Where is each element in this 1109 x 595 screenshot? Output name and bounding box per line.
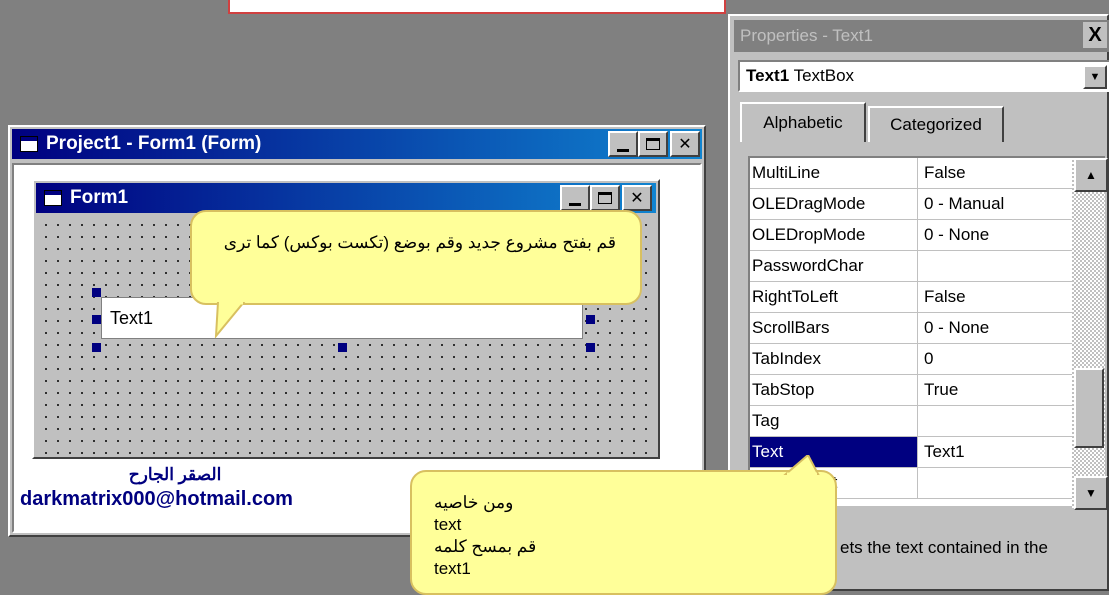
callout-text: قم بفتح مشروع جديد وقم بوضع (تكست بوكس) … (223, 233, 616, 252)
callout-new-project: قم بفتح مشروع جديد وقم بوضع (تكست بوكس) … (190, 210, 642, 305)
property-value[interactable]: 0 - Manual (920, 189, 1070, 219)
property-grid: MultiLine False OLEDragMode 0 - Manual OLE… (748, 156, 1108, 510)
minimize-icon (569, 202, 581, 206)
chevron-down-icon: ▼ (1085, 486, 1097, 500)
maximize-button[interactable] (638, 131, 668, 157)
minimize-icon (617, 148, 629, 152)
property-value[interactable] (920, 251, 1070, 281)
chevron-up-icon: ▲ (1085, 168, 1097, 182)
properties-title-bar[interactable]: Properties - Text1 (734, 20, 1109, 52)
dropdown-button[interactable]: ▼ (1083, 65, 1107, 89)
resize-handle-e[interactable] (586, 315, 595, 324)
property-name: ScrollBars (750, 313, 918, 343)
scroll-up-button[interactable]: ▲ (1074, 158, 1108, 192)
callout-line: قم بمسح كلمه (434, 537, 537, 556)
resize-handle-sw[interactable] (92, 343, 101, 352)
object-selector-value: Text1 TextBox (746, 66, 854, 86)
callout-line: ومن خاصيه (434, 493, 514, 512)
property-name: MultiLine (750, 158, 918, 188)
property-name: TabIndex (750, 344, 918, 374)
properties-close-button[interactable]: X (1083, 22, 1107, 48)
form1-minimize-button[interactable] (560, 185, 590, 211)
property-value[interactable] (920, 468, 1070, 498)
resize-handle-nw[interactable] (92, 288, 101, 297)
property-value[interactable] (920, 406, 1070, 436)
property-name: PasswordChar (750, 251, 918, 281)
property-name: OLEDragMode (750, 189, 918, 219)
form-icon (44, 190, 62, 206)
textbox-text: Text1 (110, 307, 154, 328)
property-value[interactable]: True (920, 375, 1070, 405)
minimize-button[interactable] (608, 131, 638, 157)
form-icon (20, 136, 38, 152)
close-icon: ✕ (678, 134, 692, 153)
callout-line: text (434, 515, 462, 534)
scroll-thumb[interactable] (1074, 368, 1104, 448)
close-button[interactable]: ✕ (670, 131, 700, 157)
chevron-down-icon: ▼ (1089, 71, 1101, 83)
property-description: ets the text contained in the (840, 538, 1048, 557)
property-row[interactable]: Tag (750, 406, 1072, 437)
object-name: Text1 (746, 66, 790, 85)
resize-handle-s[interactable] (338, 343, 347, 352)
property-row[interactable]: RightToLeft False (750, 282, 1072, 313)
form1-title: Form1 (70, 187, 129, 208)
property-row[interactable]: MultiLine False (750, 158, 1072, 189)
author-email: darkmatrix000@hotmail.com (20, 488, 293, 510)
property-row[interactable]: PasswordChar (750, 251, 1072, 282)
property-row[interactable]: OLEDragMode 0 - Manual (750, 189, 1072, 220)
form1-close-button[interactable]: ✕ (622, 185, 652, 211)
property-row[interactable]: OLEDropMode 0 - None (750, 220, 1072, 251)
callout-clear-text: ومن خاصيه text قم بمسح كلمه text1 (410, 470, 837, 595)
maximize-icon (598, 192, 612, 204)
object-type: TextBox (793, 66, 855, 85)
author-name: الصقر الجارح (128, 465, 222, 484)
property-name: RightToLeft (750, 282, 918, 312)
close-icon: ✕ (630, 188, 644, 207)
properties-title: Properties - Text1 (740, 26, 873, 45)
tab-label: Categorized (890, 115, 982, 134)
property-value-input[interactable]: Text1 (920, 437, 1070, 467)
property-name: Text (750, 437, 918, 467)
callout-line: text1 (434, 559, 471, 578)
tab-label: Alphabetic (763, 113, 843, 132)
callout-pointer (214, 302, 246, 338)
close-icon: X (1088, 23, 1102, 46)
callout-pointer (783, 455, 820, 475)
property-name: OLEDropMode (750, 220, 918, 250)
resize-handle-w[interactable] (92, 315, 101, 324)
tab-alphabetic[interactable]: Alphabetic (740, 102, 866, 142)
resize-handle-se[interactable] (586, 343, 595, 352)
property-value[interactable]: 0 (920, 344, 1070, 374)
property-row[interactable]: TabIndex 0 (750, 344, 1072, 375)
tab-categorized[interactable]: Categorized (868, 106, 1004, 142)
property-value[interactable]: 0 - None (920, 313, 1070, 343)
form1-maximize-button[interactable] (590, 185, 620, 211)
property-row[interactable]: ScrollBars 0 - None (750, 313, 1072, 344)
vertical-scrollbar[interactable]: ▲ ▼ (1072, 158, 1108, 510)
property-value[interactable]: 0 - None (920, 220, 1070, 250)
property-name: Tag (750, 406, 918, 436)
top-banner (228, 0, 726, 14)
property-name: TabStop (750, 375, 918, 405)
property-value[interactable]: False (920, 282, 1070, 312)
scroll-down-button[interactable]: ▼ (1074, 476, 1108, 510)
project-title-bar[interactable]: Project1 - Form1 (Form) (12, 129, 702, 159)
maximize-icon (646, 138, 660, 150)
property-value[interactable]: False (920, 158, 1070, 188)
object-selector[interactable]: Text1 TextBox ▼ (738, 60, 1109, 92)
property-row[interactable]: TabStop True (750, 375, 1072, 406)
project-title: Project1 - Form1 (Form) (46, 133, 262, 154)
